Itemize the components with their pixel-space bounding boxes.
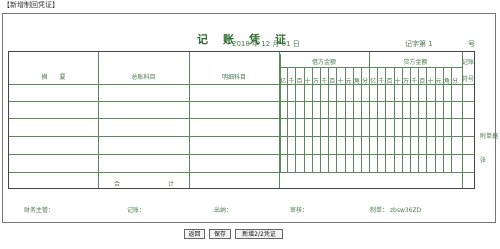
credit-digit-label: 千 — [378, 78, 385, 85]
header-account: 总账科目 — [131, 74, 156, 81]
footer-reviewer: 审核： — [290, 207, 309, 214]
column-divider — [462, 52, 463, 188]
voucher-number-suffix: 号 — [468, 40, 475, 48]
credit-digit-label: 百 — [419, 78, 426, 85]
row-line — [9, 118, 474, 119]
credit-digit-label: 元 — [435, 78, 442, 85]
footer-cashier: 出纳： — [214, 207, 233, 214]
attachment-unit: 张 — [480, 157, 487, 164]
window-title: 【新增制回凭证】 — [3, 1, 59, 9]
row-line — [9, 101, 474, 102]
header-symbol: 符号 — [462, 76, 475, 83]
debit-digit-label: 万 — [312, 78, 319, 85]
add-new-voucher-button[interactable]: 新增2/2凭证 — [235, 229, 283, 239]
credit-digit-label: 十 — [394, 78, 401, 85]
row-line — [9, 172, 474, 173]
credit-digit-label: 亿 — [370, 78, 377, 85]
header-posted: 记账 — [462, 59, 475, 66]
credit-digit-label: 千 — [411, 78, 418, 85]
debit-digit-label: 元 — [345, 78, 352, 85]
debit-digit-label: 亿 — [280, 78, 287, 85]
debit-digit-label: 十 — [304, 78, 311, 85]
debit-digit-label: 千 — [321, 78, 328, 85]
header-summary: 摘 要 — [41, 74, 66, 81]
row-line — [9, 136, 474, 137]
debit-digit-label: 分 — [362, 78, 369, 85]
header-credit: 贷方金额 — [403, 59, 428, 66]
footer-maker: 制单： zbsw36ZD — [370, 207, 422, 214]
credit-digit-label: 分 — [452, 78, 459, 85]
attachment-label: 附单据 — [480, 133, 499, 140]
credit-digit-label: 十 — [427, 78, 434, 85]
credit-digit-label: 角 — [443, 78, 450, 85]
header-detail: 明细科目 — [221, 74, 246, 81]
total-label: 合 计 — [113, 181, 174, 188]
voucher-date: 2018 年 12 月 01 日 — [232, 40, 300, 48]
debit-digit-label: 千 — [288, 78, 295, 85]
row-line — [9, 154, 474, 155]
footer-supervisor: 财务主管： — [24, 207, 55, 214]
footer-bookkeeper: 记账： — [127, 207, 146, 214]
credit-digit-label: 万 — [402, 78, 409, 85]
back-button[interactable]: 返回 — [184, 229, 205, 239]
voucher-number: 记字第 1 — [405, 40, 433, 48]
debit-digit-label: 十 — [337, 78, 344, 85]
credit-digit-label: 百 — [386, 78, 393, 85]
debit-digit-label: 角 — [353, 78, 360, 85]
voucher-table: 摘 要总账科目 明细科目 借方金额 贷方金额 记账 符号亿亿千千百百十十万万千千百百十十元… — [8, 51, 475, 189]
debit-digit-label: 百 — [296, 78, 303, 85]
header-debit: 借方金额 — [311, 59, 336, 66]
debit-digit-label: 百 — [329, 78, 336, 85]
save-button[interactable]: 保存 — [209, 229, 231, 239]
